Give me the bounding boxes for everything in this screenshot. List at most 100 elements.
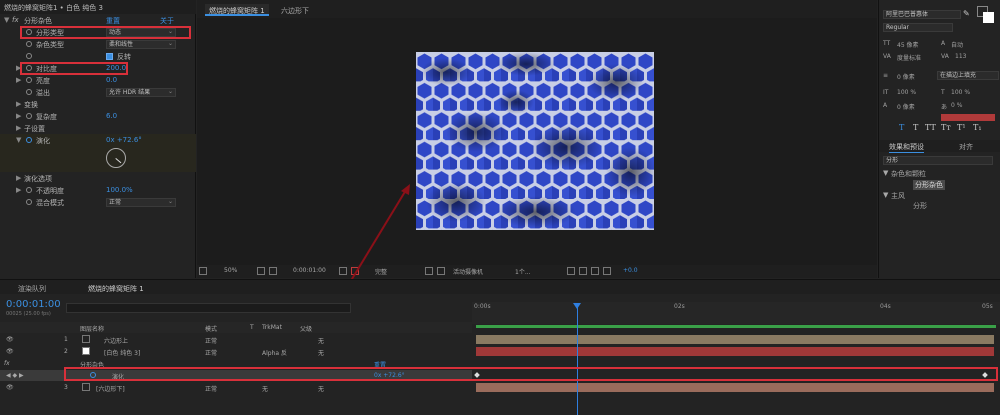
tab-align[interactable]: 对齐 (959, 142, 973, 152)
row-contrast[interactable]: ▶ 对比度 200.0 (0, 63, 196, 74)
font-size-value[interactable]: 45 像素 (897, 40, 919, 49)
expand-arrow-icon[interactable]: ▶ (16, 174, 21, 182)
subscript-icon[interactable]: T₁ (973, 123, 982, 132)
category-main[interactable]: 主风 (891, 191, 905, 201)
camera-dropdown[interactable]: 活动摄像机 (453, 267, 483, 276)
stroke-mode-dropdown[interactable]: 在描边上填充 (937, 71, 999, 80)
layer-row-3[interactable]: 👁 3 [六边形下] 正常 无 无 (0, 382, 472, 393)
layer-name[interactable]: [六边形下] (96, 384, 125, 393)
camera-icon[interactable] (339, 267, 347, 275)
faux-bold-icon[interactable]: T (899, 123, 904, 132)
keyframe-nav-icon[interactable]: ◀ ◆ ▶ (6, 372, 24, 379)
layer-mode-dropdown[interactable]: 正常 (205, 336, 217, 345)
keyframe-end[interactable] (982, 372, 988, 378)
stopwatch-icon[interactable] (26, 41, 32, 47)
stopwatch-icon[interactable] (26, 65, 32, 71)
all-caps-icon[interactable]: TT (925, 123, 936, 132)
effect-item-fractal[interactable]: 分形 (913, 201, 927, 211)
color-channel-icon[interactable] (351, 267, 359, 275)
evolution-property-row[interactable]: ◀ ◆ ▶ 演化 0x +72.6° (0, 370, 472, 381)
row-transform[interactable]: ▶ 变换 (0, 99, 196, 110)
tab-timeline-comp[interactable]: 燃烧的蜂窝矩阵 1 (88, 284, 144, 294)
current-time-display[interactable]: 0:00:01:00 (293, 267, 326, 274)
evolution-value[interactable]: 0x +72.6° (106, 136, 142, 144)
category-noise-grain[interactable]: 杂色和颗粒 (891, 169, 926, 179)
layer-mode-dropdown[interactable]: 正常 (205, 348, 217, 357)
layer-row-2[interactable]: 👁 2 [白色 纯色 3] 正常 Alpha 反 无 (0, 346, 472, 357)
vertical-scale-value[interactable]: 100 % (897, 89, 916, 96)
effect-item-fractal-noise[interactable]: 分形杂色 (913, 180, 945, 190)
stopwatch-icon[interactable] (90, 372, 96, 378)
stroke-color-bar[interactable] (941, 114, 995, 121)
grid-icon[interactable] (257, 267, 265, 275)
noise-type-dropdown[interactable]: 柔和线性 (106, 40, 176, 49)
row-evolution[interactable]: ▼ 演化 0x +72.6° (0, 135, 196, 146)
reset-link[interactable]: 重置 (106, 16, 120, 26)
stopwatch-icon[interactable] (26, 53, 32, 59)
layer-parent-dropdown[interactable]: 无 (318, 336, 324, 345)
overflow-dropdown[interactable]: 允许 HDR 结果 (106, 88, 176, 97)
tsume-value[interactable]: 0 % (951, 102, 962, 109)
stroke-color-swatch[interactable] (983, 12, 994, 23)
leading-value[interactable]: 自动 (951, 40, 963, 49)
playhead[interactable] (577, 306, 578, 415)
stopwatch-icon[interactable] (26, 199, 32, 205)
transparency-icon[interactable] (437, 267, 445, 275)
visibility-eye-icon[interactable]: 👁 (6, 336, 14, 343)
collapse-arrow-icon[interactable]: ▼ (4, 16, 9, 24)
keyframe-start[interactable] (474, 372, 480, 378)
layer-track-1[interactable] (476, 335, 994, 344)
tab-composition[interactable]: 燃烧的蜂窝矩阵 1 (205, 4, 269, 16)
layer-trkmat-dropdown[interactable]: 无 (262, 384, 268, 393)
font-family-dropdown[interactable]: 阿里巴巴普惠体 (883, 10, 961, 19)
mask-icon[interactable] (269, 267, 277, 275)
property-value[interactable]: 0x +72.6° (374, 372, 405, 379)
stopwatch-icon[interactable] (26, 77, 32, 83)
row-blend-mode[interactable]: 混合模式 正常 (0, 197, 196, 208)
horizontal-scale-value[interactable]: 100 % (951, 89, 970, 96)
stopwatch-icon[interactable] (26, 137, 32, 143)
layer-trkmat-dropdown[interactable]: Alpha 反 (262, 348, 287, 357)
visibility-eye-icon[interactable]: 👁 (6, 348, 14, 355)
small-caps-icon[interactable]: Tт (941, 123, 951, 132)
timeline-search-input[interactable] (66, 303, 351, 313)
expand-arrow-icon[interactable]: ▶ (16, 112, 21, 120)
row-overflow[interactable]: 溢出 允许 HDR 结果 (0, 87, 196, 98)
contrast-value[interactable]: 200.0 (106, 64, 126, 72)
font-style-dropdown[interactable]: Regular (883, 23, 953, 32)
reset-exposure-icon[interactable] (603, 267, 611, 275)
about-link[interactable]: 关于 (160, 16, 174, 26)
tab-effects-presets[interactable]: 效果和预设 (889, 142, 924, 153)
row-sub-settings[interactable]: ▶ 子设置 (0, 123, 196, 134)
timeline-current-time[interactable]: 0:00:01:00 (6, 299, 61, 310)
row-fractal-type[interactable]: 分形类型 动态 (0, 27, 196, 38)
time-ruler[interactable]: 0:00s 02s 04s 05s (472, 302, 1000, 324)
layer-track-2[interactable] (476, 347, 994, 356)
stopwatch-icon[interactable] (26, 187, 32, 193)
expand-arrow-icon[interactable]: ▶ (16, 100, 21, 108)
stopwatch-icon[interactable] (26, 29, 32, 35)
layer-mode-dropdown[interactable]: 正常 (205, 384, 217, 393)
faux-italic-icon[interactable]: T (913, 123, 918, 132)
flowchart-icon[interactable] (591, 267, 599, 275)
baseline-value[interactable]: 0 像素 (897, 102, 915, 111)
3d-icon[interactable] (579, 267, 587, 275)
fractal-type-dropdown[interactable]: 动态 (106, 28, 176, 37)
opacity-value[interactable]: 100.0% (106, 186, 133, 194)
tracking-value[interactable]: 113 (955, 53, 966, 60)
expand-arrow-icon[interactable]: ▶ (16, 64, 21, 72)
stroke-width-value[interactable]: 0 像素 (897, 72, 915, 81)
layer-track-3[interactable] (476, 383, 994, 392)
row-brightness[interactable]: ▶ 亮度 0.0 (0, 75, 196, 86)
effect-header-row[interactable]: ▼ fx 分形杂色 重置 关于 (0, 15, 196, 26)
complexity-value[interactable]: 6.0 (106, 112, 117, 120)
invert-checkbox[interactable] (106, 53, 113, 60)
views-dropdown[interactable]: 1个... (515, 267, 531, 276)
stopwatch-icon[interactable] (26, 113, 32, 119)
row-invert[interactable]: 反转 (0, 51, 196, 62)
category-collapse-icon[interactable]: ▼ (883, 191, 888, 199)
resolution-dropdown[interactable]: 完整 (375, 267, 387, 276)
row-evolution-options[interactable]: ▶ 演化选项 (0, 173, 196, 184)
render-icon[interactable] (567, 267, 575, 275)
tab-render-queue[interactable]: 渲染队列 (18, 284, 46, 294)
